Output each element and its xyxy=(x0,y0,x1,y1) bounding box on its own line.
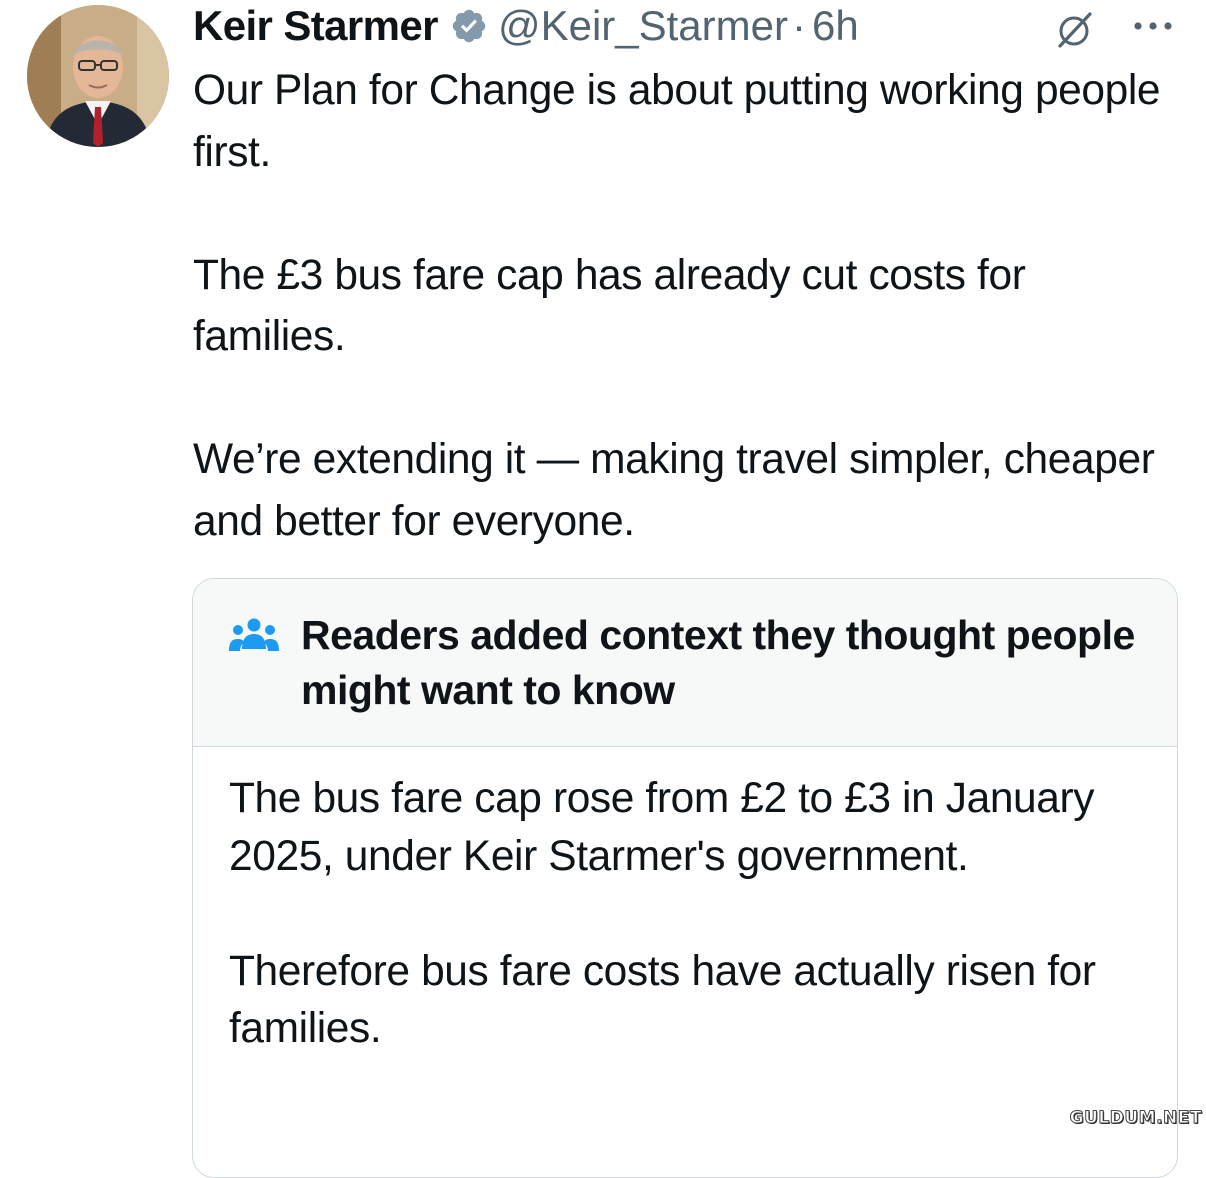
tweet-paragraph: We’re extending it — making travel simpl… xyxy=(193,436,1155,545)
tweet-header: Keir Starmer @Keir_Starmer · 6h xyxy=(193,2,859,50)
community-note-title: Readers added context they thought peopl… xyxy=(301,612,1135,713)
watermark: GULDUM.NET xyxy=(1069,1108,1202,1129)
timestamp[interactable]: 6h xyxy=(812,2,859,50)
tweet-text: Our Plan for Change is about putting wor… xyxy=(193,60,1178,614)
verified-badge-icon xyxy=(450,7,488,45)
more-options-icon[interactable] xyxy=(1130,14,1176,38)
community-note-header: Readers added context they thought peopl… xyxy=(193,579,1177,747)
community-note-body: The bus fare cap rose from £2 to £3 in J… xyxy=(229,770,1149,1115)
community-note-paragraph: Therefore bus fare costs have actually r… xyxy=(229,947,1096,1053)
grok-icon[interactable] xyxy=(1052,8,1096,52)
avatar-photo xyxy=(27,5,169,147)
avatar[interactable] xyxy=(27,5,169,147)
tweet-paragraph: The £3 bus fare cap has already cut cost… xyxy=(193,251,1026,361)
community-note-paragraph: The bus fare cap rose from £2 to £3 in J… xyxy=(229,775,1095,880)
tweet-paragraph: Our Plan for Change is about putting wor… xyxy=(193,67,1161,176)
author-name[interactable]: Keir Starmer xyxy=(193,2,439,50)
people-icon xyxy=(229,617,279,655)
separator-dot: · xyxy=(791,2,806,49)
community-note-card[interactable]: Readers added context they thought peopl… xyxy=(192,578,1178,1178)
author-handle[interactable]: @Keir_Starmer xyxy=(498,2,788,50)
